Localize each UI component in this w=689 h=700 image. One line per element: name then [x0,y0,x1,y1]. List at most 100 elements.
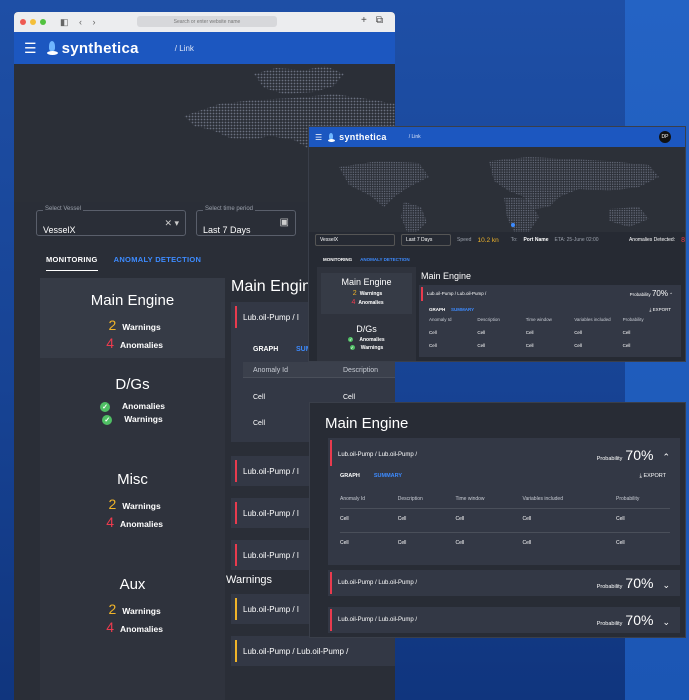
row-label: Lub.oil-Pump / Lub.oil-Pump / [338,580,418,586]
status-label: Warnings [124,414,163,424]
column-header: Description [397,492,456,509]
anomalies-label: Anomalies [120,340,163,350]
breadcrumb[interactable]: / Link [175,44,194,53]
system-card-aux[interactable]: Aux 2 Warnings 4 Anomalies [40,542,225,647]
system-card-main-engine[interactable]: Main Engine 2 Warnings 4 Anomalies [40,278,225,358]
check-icon: ✓ [102,415,113,425]
export-button[interactable]: ⤓ EXPORT [640,473,666,480]
table-row[interactable]: Cell Cell Cell Cell Cell [340,508,670,533]
app-bar: ☰ synthetica / Link DP [309,127,685,147]
app-bar: ☰ synthetica / Link [14,32,395,64]
severity-bar [235,460,237,482]
chevron-up-icon[interactable]: ⌃ [662,452,670,463]
export-button[interactable]: ⤓ EXPORT [649,307,671,312]
row-label: Lub.oil-Pump / I [243,466,300,476]
maximize-dot[interactable] [40,19,46,25]
anomaly-table: Anomaly Id Description Time window Varia… [340,492,670,556]
warnings-count: 2 [108,317,117,333]
tab-anomaly-detection[interactable]: ANOMALY DETECTION [114,255,202,271]
system-card-dgs[interactable]: D/Gs ✓ Anomalies ✓ Warnings [317,314,416,351]
expanded-anomaly-row[interactable]: Lub.oil-Pump / Lub.oil-Pump / Probabilit… [419,285,681,357]
table-cell: Cell [253,420,266,427]
breadcrumb[interactable]: / Link [409,134,421,140]
row-label: Lub.oil-Pump / I [243,508,300,518]
minimize-dot[interactable] [30,19,36,25]
synthetica-logo[interactable]: synthetica [328,132,387,142]
system-card-misc[interactable]: Misc 2 Warnings 4 Anomalies [40,437,225,542]
tab-anomaly-detection[interactable]: ANOMALY DETECTION [360,257,410,262]
download-icon: ⤓ [639,473,642,479]
vessel-select-value: VesselX [43,225,76,235]
warning-row[interactable]: Lub.oil-Pump / Lub.oil-Pump / [231,636,395,666]
clear-and-dropdown-icons[interactable]: ✕ ▾ [164,218,179,229]
warnings-count: 2 [352,290,357,297]
table-cell: Cell [397,508,456,533]
period-select-value: Last 7 Days [406,237,433,243]
row-label: Lub.oil-Pump / Lub.oil-Pump / [427,291,487,296]
summary-tab[interactable]: SUMMARY [451,307,474,312]
table-cell: Cell [253,394,266,401]
tab-monitoring[interactable]: MONITORING [46,255,98,271]
avatar[interactable]: DP [659,131,671,143]
speed-label: Speed [457,237,472,243]
probability-label: Probability [596,584,623,590]
graph-summary-tabs: GRAPH SUMMARY [340,473,402,479]
table-cell: Cell [477,330,486,335]
period-select[interactable]: Last 7 Days [401,234,451,246]
severity-bar [330,609,332,631]
tabs-overview-icon[interactable]: ⧉ [376,15,383,26]
column-header: Probability [622,317,644,322]
vessel-select[interactable]: Select Vessel VesselX ✕ ▾ [36,206,186,236]
row-label: Lub.oil-Pump / Lub.oil-Pump / [338,452,418,458]
chevron-down-icon[interactable]: ⌄ [662,617,670,628]
close-dot[interactable] [20,19,26,25]
systems-panel: Main Engine 2 Warnings 4 Anomalies D/Gs ✓ A… [317,267,416,361]
severity-bar [330,572,332,594]
synthetica-logo[interactable]: synthetica [46,40,139,57]
system-name: Aux [119,576,146,593]
graph-tab[interactable]: GRAPH [253,346,278,353]
browser-nav-icons[interactable]: ◧ ‹ › [60,17,100,28]
port-prefix: To: [510,237,518,243]
tab-monitoring[interactable]: MONITORING [323,257,352,262]
anomalies-label: Anomalies [120,519,163,529]
table-cell: Cell [477,343,486,348]
severity-bar [235,640,237,662]
vessel-marker-icon [511,223,515,227]
graph-tab[interactable]: GRAPH [429,307,445,312]
probability-group: Probability 70% ⌃ [597,447,670,463]
probability-group: Probability 70% ⌃ [630,289,673,298]
new-tab-icon[interactable]: + [361,15,367,26]
chevron-down-icon[interactable]: ⌄ [662,580,670,591]
row-label: Lub.oil-Pump / I [243,550,300,560]
vessel-select[interactable]: VesselX [315,234,395,246]
period-select[interactable]: Select time period Last 7 Days ▣ [196,206,296,236]
row-label: Lub.oil-Pump / Lub.oil-Pump / [338,617,418,623]
chevron-up-icon[interactable]: ⌃ [669,292,673,297]
system-card-main-engine[interactable]: Main Engine 2 Warnings 4 Anomalies [321,273,412,314]
column-header: Variables included [574,317,611,322]
table-cell: Cell [574,343,582,348]
collapsed-anomaly-row[interactable]: Lub.oil-Pump / Lub.oil-Pump / Probabilit… [328,570,680,596]
export-label: EXPORT [643,473,666,479]
hamburger-menu-icon[interactable]: ☰ [24,40,37,57]
table-cell: Cell [622,330,631,335]
table-row[interactable]: Cell Cell Cell Cell Cell [340,533,670,557]
world-map-graphic [339,157,659,232]
system-name: D/Gs [356,324,377,334]
hamburger-menu-icon[interactable]: ☰ [315,133,322,142]
table-cell: Cell [522,540,532,546]
graph-tab[interactable]: GRAPH [340,473,360,479]
collapsed-anomaly-row[interactable]: Lub.oil-Pump / Lub.oil-Pump / Probabilit… [328,607,680,633]
anomalies-detected-label: Anomalies Detected: [628,237,676,243]
url-bar[interactable]: Search or enter website name [137,16,277,27]
system-card-dgs[interactable]: D/Gs ✓ Anomalies ✓ Warnings [40,358,225,437]
column-header: Description [477,317,500,322]
brand-name: synthetica [339,132,387,142]
speed-value: 10.2 kn [477,236,499,244]
world-map[interactable] [309,147,685,232]
expanded-anomaly-row[interactable]: Lub.oil-Pump / Lub.oil-Pump / Probabilit… [328,438,680,565]
summary-tab[interactable]: SUMMARY [374,473,402,479]
row-header[interactable]: Lub.oil-Pump / Lub.oil-Pump / Probabilit… [338,447,670,463]
calendar-icon[interactable]: ▣ [280,217,289,228]
